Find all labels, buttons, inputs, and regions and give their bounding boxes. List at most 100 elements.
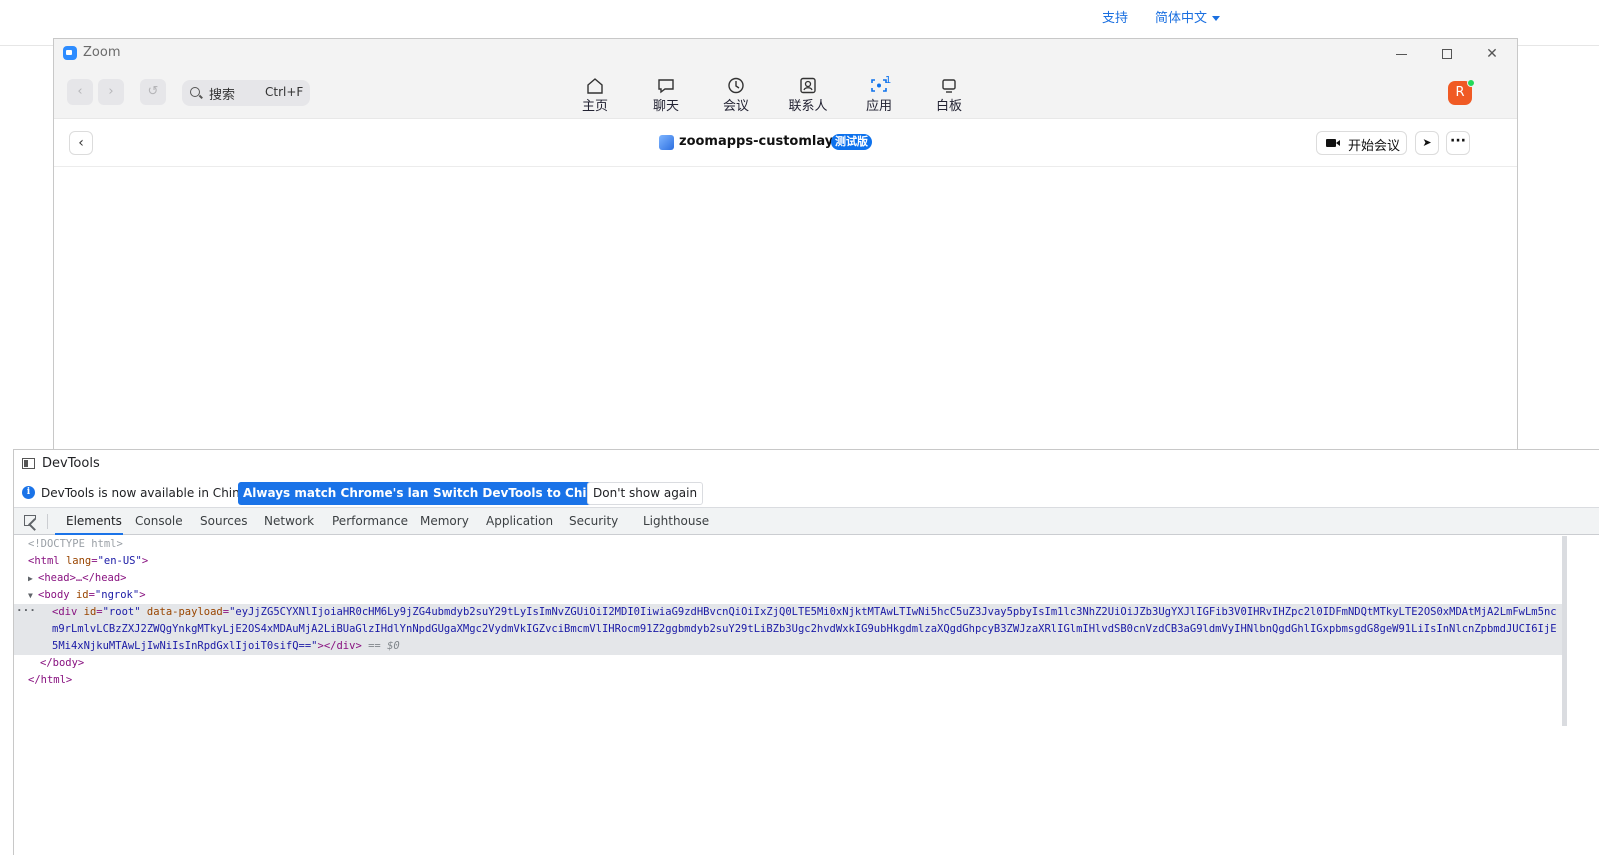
info-icon: i [22,486,35,499]
elements-scrollbar[interactable] [1562,536,1567,726]
devtools-title: DevTools [42,456,100,471]
tag-end: > [139,589,146,601]
minimize-button[interactable] [1389,44,1413,64]
devtools-tabbar: Elements Console Sources Network Perform… [14,508,1599,535]
devtools-icon [22,458,35,469]
start-meeting-label: 开始会议 [1348,139,1401,154]
language-selector[interactable]: 简体中文 [1155,7,1221,26]
history-button[interactable]: ↺ [140,79,166,105]
window-titlebar: Zoom ✕ [54,39,1517,69]
devtools-titlebar: DevTools [14,450,1599,478]
clock-icon [728,77,744,94]
tab-security[interactable]: Security [569,514,618,528]
tab-contacts[interactable]: 联系人 [783,77,833,114]
dont-show-again-button[interactable]: Don't show again [587,482,704,505]
chevron-down-icon [1212,16,1221,21]
start-meeting-button[interactable]: 开始会议 [1316,131,1407,155]
tag-name: <div [52,606,78,618]
tab-lighthouse[interactable]: Lighthouse [643,514,709,528]
language-infobar: i DevTools is now available in Chinese! … [14,478,1599,508]
tab-label: 会议 [722,99,749,114]
close-button[interactable]: ✕ [1480,44,1504,64]
tab-elements[interactable]: Elements [66,514,122,528]
tab-whiteboards[interactable]: 白板 [924,77,974,114]
tab-home[interactable]: 主页 [570,77,620,114]
tab-application[interactable]: Application [486,514,553,528]
maximize-button[interactable] [1435,44,1459,64]
tab-network[interactable]: Network [264,514,314,528]
inspect-element-icon[interactable] [24,515,36,526]
whiteboard-icon [942,79,956,93]
zoom-logo-icon [63,46,77,60]
active-tab-indicator [55,533,123,535]
tab-label: 联系人 [788,99,828,114]
head-node: <head>…</head> [38,572,127,584]
online-status-icon [1467,79,1475,87]
home-icon [587,78,603,94]
tab-performance[interactable]: Performance [332,514,408,528]
search-shortcut: Ctrl+F [265,85,304,99]
doctype-line[interactable]: <!DOCTYPE html> [28,536,123,553]
attr-value: "en-US" [97,555,142,567]
html-open-line[interactable]: <html lang="en-US"> [28,553,148,570]
search-label: 搜索 [209,88,236,103]
zoom-window: Zoom ✕ ‹ › ↺ 搜索 Ctrl+F 主页 聊天 会议 联系人 1 应用… [53,38,1518,453]
attr-name: lang [65,555,92,567]
devtools-panel: DevTools i DevTools is now available in … [13,449,1599,855]
body-open-line[interactable]: ▼ <body id="ngrok"> [28,587,146,604]
tab-console[interactable]: Console [135,514,183,528]
app-header: ‹ zoomapps-customlayout 测试版 开始会议 ➤ ··· [54,119,1517,167]
tab-separator [47,514,48,529]
tab-memory[interactable]: Memory [420,514,469,528]
beta-badge: 测试版 [831,134,872,150]
expand-triangle-icon[interactable]: ▶ [28,570,38,587]
contacts-icon [800,77,816,94]
maximize-icon [1442,49,1452,59]
node-actions-button[interactable]: ··· [16,604,36,617]
tag-close: </body> [40,657,85,669]
window-title: Zoom [83,45,121,60]
tag-end: > [141,555,149,567]
chat-icon [658,79,674,94]
root-div-node[interactable]: <div id="root" data-payload="eyJjZG5CYXN… [52,604,1562,655]
head-line[interactable]: ▶ <head>…</head> [28,570,127,587]
payload-value: "eyJjZG5CYXNlIjoiaHR0cHM6Ly9jZG4ubmdyb2s… [52,606,1557,652]
tag-close: </html> [28,674,73,686]
close-icon: ✕ [1486,46,1498,62]
back-button[interactable]: ‹ [67,79,93,105]
attr-name: id [75,589,89,601]
tab-label: 主页 [581,99,608,114]
html-close-line[interactable]: </html> [28,672,72,689]
more-options-button[interactable]: ··· [1446,131,1470,155]
tag-close: ></div> [317,640,362,652]
doctype-text: <!DOCTYPE html> [28,538,123,550]
main-toolbar: ‹ › ↺ 搜索 Ctrl+F 主页 聊天 会议 联系人 1 应用 白板 R [54,69,1517,119]
history-icon: ↺ [147,84,159,99]
tag-name: <body [38,589,70,601]
minimize-icon [1395,53,1407,55]
attr-name: id [83,606,97,618]
forward-button[interactable]: › [98,79,124,105]
app-logo-icon [659,135,674,150]
infobar-message: DevTools is now available in Chinese! [41,486,266,500]
selected-node-marker: == $0 [368,640,400,652]
tag-name: <html [28,555,60,567]
app-back-button[interactable]: ‹ [69,131,93,155]
attr-value: "root" [102,606,141,618]
search-input[interactable]: 搜索 Ctrl+F [182,80,310,106]
tab-chat[interactable]: 聊天 [641,77,691,114]
support-link[interactable]: 支持 [1102,7,1128,26]
share-app-button[interactable]: ➤ [1415,131,1439,155]
tab-apps[interactable]: 1 应用 [854,75,904,114]
tab-sources[interactable]: Sources [200,514,247,528]
tab-label: 聊天 [652,99,679,114]
send-icon: ➤ [1422,136,1432,149]
attr-name: data-payload [146,606,223,618]
apps-badge: 1 [885,75,892,86]
tab-meetings[interactable]: 会议 [711,77,761,114]
body-close-line[interactable]: </body> [40,655,84,672]
attr-value: "ngrok" [94,589,140,601]
tab-label: 白板 [935,99,962,114]
collapse-triangle-icon[interactable]: ▼ [28,587,38,604]
language-label: 简体中文 [1155,11,1208,26]
